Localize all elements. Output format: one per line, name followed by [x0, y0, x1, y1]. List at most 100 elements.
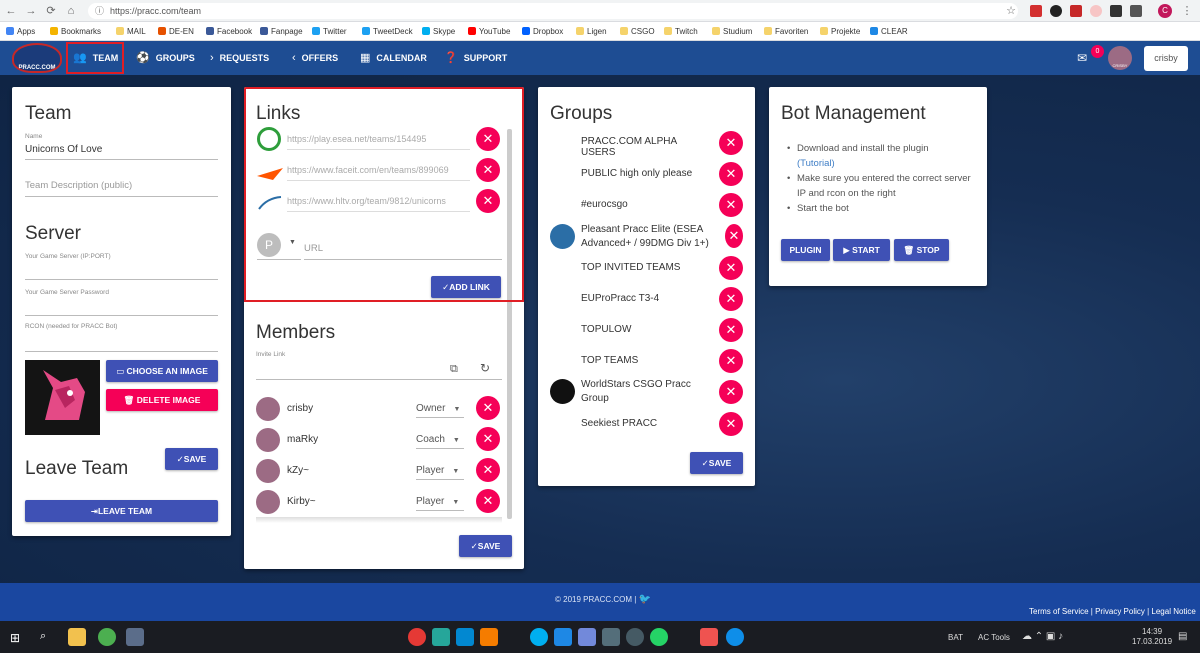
copy-icon[interactable]: ⧉ — [450, 363, 458, 376]
remove-group-button[interactable]: ✕ — [719, 318, 743, 342]
leave-team-button[interactable]: ⇥LEAVE TEAM — [25, 500, 218, 522]
extension-icon[interactable] — [1110, 5, 1122, 17]
skype-icon[interactable] — [530, 628, 548, 646]
teamviewer-icon[interactable] — [726, 628, 744, 646]
footer-links[interactable]: Terms of Service | Privacy Policy | Lega… — [1029, 607, 1196, 616]
star-icon[interactable]: ☆ — [1004, 4, 1018, 18]
clock[interactable]: 14:39 17.03.2019 — [1132, 627, 1172, 647]
bookmark-twitter[interactable]: Twitter — [312, 25, 347, 38]
app-icon[interactable] — [700, 628, 718, 646]
app-icon[interactable] — [480, 628, 498, 646]
delete-image-button[interactable]: 🗑 DELETE IMAGE — [106, 389, 218, 411]
member-role-select[interactable]: Player ▼ — [416, 465, 459, 476]
server-ip-input[interactable]: Your Game Server (IP:PORT) — [25, 253, 111, 260]
remove-group-button[interactable]: ✕ — [719, 349, 743, 373]
remove-member-button[interactable]: ✕ — [476, 489, 500, 513]
remove-group-button[interactable]: ✕ — [719, 193, 743, 217]
user-menu-button[interactable]: crisby — [1144, 46, 1188, 71]
nav-requests[interactable]: › REQUESTS — [210, 41, 269, 75]
nav-offers[interactable]: ‹ OFFERS — [292, 41, 338, 75]
bookmark-tweetdeck[interactable]: TweetDeck — [362, 25, 413, 38]
rcon-input[interactable]: RCON (needed for PRACC Bot) — [25, 323, 117, 330]
steam-icon[interactable] — [126, 628, 144, 646]
ac-tools-label[interactable]: AC Tools — [978, 633, 1010, 642]
bookmark-mail[interactable]: MAIL — [116, 25, 146, 38]
choose-image-button[interactable]: ▭ CHOOSE AN IMAGE — [106, 360, 218, 382]
bookmark-de-en[interactable]: DE-EN — [158, 25, 194, 38]
tutorial-link[interactable]: (Tutorial) — [797, 158, 835, 169]
team-save-button[interactable]: ✓SAVE — [165, 448, 218, 470]
groups-save-button[interactable]: ✓SAVE — [690, 452, 743, 474]
remove-group-button[interactable]: ✕ — [719, 256, 743, 280]
menu-icon[interactable]: ⋮ — [1180, 4, 1194, 18]
member-role-select[interactable]: Player ▼ — [416, 496, 459, 507]
app-icon[interactable] — [432, 628, 450, 646]
bookmark-facebook[interactable]: Facebook — [206, 25, 252, 38]
app-icon[interactable] — [456, 628, 474, 646]
bookmark-clear[interactable]: CLEAR — [870, 25, 908, 38]
team-name-input[interactable]: Unicorns Of Love — [25, 144, 102, 155]
reload-icon[interactable]: ⟳ — [44, 4, 58, 18]
member-role-select[interactable]: Coach ▼ — [416, 434, 460, 445]
refresh-icon[interactable]: ↻ — [480, 361, 490, 375]
back-icon[interactable]: ← — [4, 4, 18, 18]
nav-team[interactable]: 👥 TEAM — [73, 41, 118, 75]
bookmark-studium[interactable]: Studium — [712, 25, 752, 38]
nav-calendar[interactable]: ▦ CALENDAR — [360, 41, 427, 75]
server-password-input[interactable]: Your Game Server Password — [25, 289, 109, 296]
remove-group-button[interactable]: ✕ — [719, 380, 743, 404]
team-description-input[interactable]: Team Description (public) — [25, 180, 132, 191]
tray-icons[interactable]: ☁ ⌃ ▣ ♪ — [1022, 631, 1063, 642]
profile-avatar[interactable]: C — [1158, 4, 1172, 18]
language-indicator[interactable]: BAT — [948, 633, 963, 642]
nav-support[interactable]: ❓ SUPPORT — [444, 41, 507, 75]
nav-groups[interactable]: ⚽ GROUPS — [136, 41, 195, 75]
remove-member-button[interactable]: ✕ — [476, 458, 500, 482]
extension-icon[interactable] — [1130, 5, 1142, 17]
remove-group-button[interactable]: ✕ — [719, 162, 743, 186]
chrome-icon[interactable] — [98, 628, 116, 646]
start-button[interactable]: ▶ START — [833, 239, 890, 261]
remove-group-button[interactable]: ✕ — [725, 224, 743, 248]
twitter-icon[interactable]: 🐦 — [639, 594, 651, 605]
extension-icon[interactable] — [1050, 5, 1062, 17]
pracc-logo[interactable]: PRACC.COM — [12, 43, 62, 73]
bookmark-skype[interactable]: Skype — [422, 25, 455, 38]
mail-icon[interactable]: ✉ — [1077, 52, 1087, 64]
remove-member-button[interactable]: ✕ — [476, 396, 500, 420]
bookmark-twitch[interactable]: Twitch — [664, 25, 698, 38]
chrome-icon[interactable] — [408, 628, 426, 646]
bookmark-apps[interactable]: Apps — [6, 25, 35, 38]
bookmark-csgo[interactable]: CSGO — [620, 25, 655, 38]
members-save-button[interactable]: ✓SAVE — [459, 535, 512, 557]
bookmark-ligen[interactable]: Ligen — [576, 25, 607, 38]
file-explorer-icon[interactable] — [68, 628, 86, 646]
app-icon[interactable] — [554, 628, 572, 646]
home-icon[interactable]: ⌂ — [64, 4, 78, 18]
bookmark-favoriten[interactable]: Favoriten — [764, 25, 808, 38]
url-field[interactable]: ⓘ https://pracc.com/team — [88, 3, 1018, 19]
discord-icon[interactable] — [578, 628, 596, 646]
remove-group-button[interactable]: ✕ — [719, 131, 743, 155]
extension-icon[interactable] — [1030, 5, 1042, 17]
plugin-button[interactable]: PLUGIN — [781, 239, 830, 261]
remove-group-button[interactable]: ✕ — [719, 287, 743, 311]
app-icon[interactable] — [602, 628, 620, 646]
forward-icon[interactable]: → — [24, 4, 38, 18]
bookmark-projekte[interactable]: Projekte — [820, 25, 860, 38]
user-avatar[interactable]: CRISBY — [1108, 46, 1132, 70]
extension-icon[interactable] — [1090, 5, 1102, 17]
member-role-select[interactable]: Owner ▼ — [416, 403, 460, 414]
steam-icon[interactable] — [626, 628, 644, 646]
remove-member-button[interactable]: ✕ — [476, 427, 500, 451]
remove-group-button[interactable]: ✕ — [719, 412, 743, 436]
bookmark-youtube[interactable]: YouTube — [468, 25, 510, 38]
bookmark-dropbox[interactable]: Dropbox — [522, 25, 563, 38]
search-icon[interactable]: ⌕ — [40, 630, 46, 643]
notification-icon[interactable]: ▤ — [1178, 631, 1187, 642]
bookmark-fanpage[interactable]: Fanpage — [260, 25, 303, 38]
bookmark-bookmarks[interactable]: Bookmarks — [50, 25, 101, 38]
windows-start-icon[interactable]: ⊞ — [10, 631, 20, 645]
whatsapp-icon[interactable] — [650, 628, 668, 646]
stop-button[interactable]: 🗑 STOP — [894, 239, 949, 261]
